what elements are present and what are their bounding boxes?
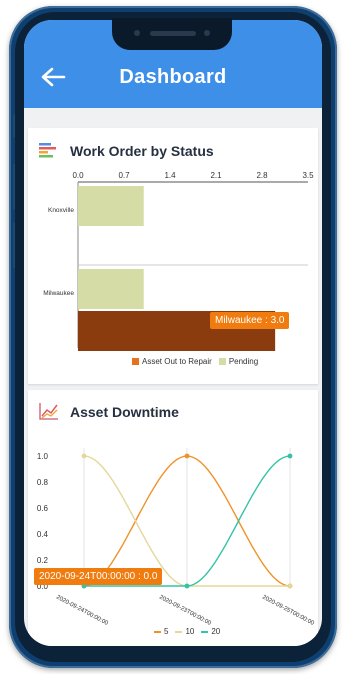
phone-notch <box>112 18 232 50</box>
x-tick-label: 2020-09-24T00:00:00 <box>55 594 109 627</box>
legend-item-pending[interactable]: Pending <box>218 357 258 366</box>
y-tick-label: 0.8 <box>37 478 49 487</box>
data-point-10 <box>287 583 293 589</box>
chart-legend: Asset Out to Repair Pending <box>132 357 265 366</box>
x-tick-label: 2020-09-25T00:00:00 <box>261 594 315 627</box>
asset-downtime-title: Asset Downtime <box>70 404 179 420</box>
x-tick-label: 0.7 <box>118 171 130 180</box>
work-order-chart[interactable]: 0.0 0.7 1.4 2.1 2.8 3.5 Knoxville Milwaukee <box>28 168 318 368</box>
chart-tooltip: Milwaukee : 3.0 <box>210 312 290 329</box>
data-point-20 <box>184 583 190 589</box>
legend-item-5[interactable]: 5 <box>154 627 168 636</box>
y-tick-label: 1.0 <box>37 452 49 461</box>
legend-item-20[interactable]: 20 <box>201 627 220 636</box>
y-tick-label: 0.4 <box>37 530 49 539</box>
x-tick-label: 0.0 <box>72 171 84 180</box>
legend-item-repair[interactable]: Asset Out to Repair <box>132 357 212 366</box>
legend-item-10[interactable]: 10 <box>175 627 194 636</box>
data-point-20 <box>287 453 293 459</box>
speaker-grille <box>150 31 196 36</box>
data-point-5 <box>184 453 190 459</box>
sensor-icon <box>204 30 210 36</box>
bar-pending <box>78 186 144 226</box>
x-tick-label: 3.5 <box>302 171 314 180</box>
y-tick-label: 0.6 <box>37 504 49 513</box>
x-tick-label: 2020-09-23T00:00:00 <box>158 594 212 627</box>
asset-downtime-chart[interactable]: 0.00.20.40.60.81.02020-09-24T00:00:00 202… <box>28 430 318 630</box>
work-order-card: Work Order by Status 0.0 0.7 1.4 2.1 2.8 3.5 K… <box>28 128 318 384</box>
camera-icon <box>134 30 140 36</box>
app-screen: Dashboard Work Order by Status 0.0 0.7 1.4… <box>24 20 322 646</box>
chart-legend: 5 10 20 <box>154 627 227 636</box>
x-tick-label: 2.1 <box>210 171 222 180</box>
work-order-title: Work Order by Status <box>70 143 214 159</box>
chart-tooltip: 2020-09-24T00:00:00 : 0.0 <box>34 568 163 585</box>
page-title: Dashboard <box>119 66 227 88</box>
bar-chart-icon <box>39 143 56 158</box>
line-chart-icon <box>39 403 58 420</box>
category-label: Knoxville <box>48 207 74 214</box>
x-tick-label: 2.8 <box>256 171 268 180</box>
category-label: Milwaukee <box>43 290 74 297</box>
asset-downtime-card: Asset Downtime 0.0 0.2 0.4 0.6 0.8 1.0 2020-09… <box>28 390 318 646</box>
y-tick-label: 0.2 <box>37 556 49 565</box>
data-point-10 <box>81 453 87 459</box>
x-tick-label: 1.4 <box>164 171 176 180</box>
bar-pending <box>78 269 144 309</box>
